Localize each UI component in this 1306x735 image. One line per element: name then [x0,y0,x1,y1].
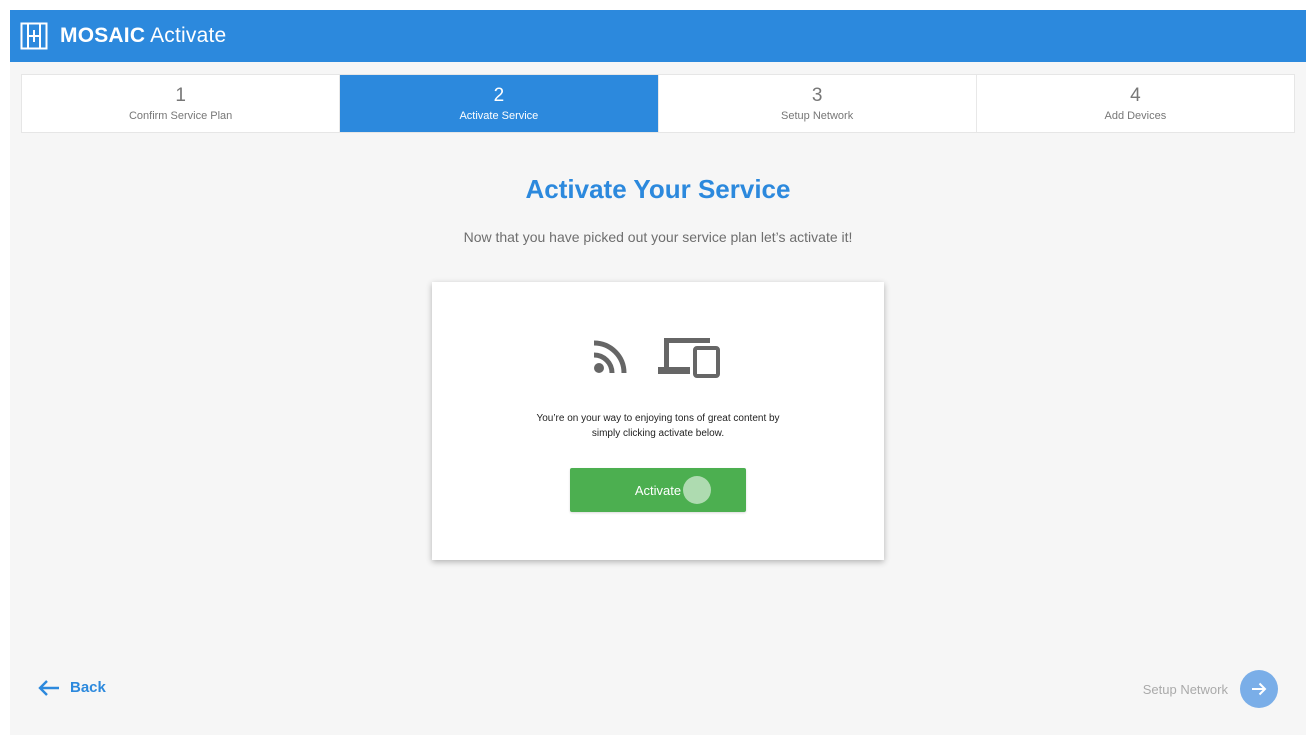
next-label: Setup Network [1142,681,1228,697]
activate-button[interactable]: Activate [570,468,746,512]
step-number: 3 [811,85,823,106]
app-title: MOSAIC Activate [60,24,226,48]
activate-button-label: Activate [634,482,682,498]
back-button[interactable]: Back [38,679,106,696]
click-ripple [683,476,711,504]
app-brand: MOSAIC [60,24,146,47]
step-number: 4 [1130,85,1141,106]
step-number: 2 [493,85,505,106]
step-activate-service[interactable]: 2 Activate Service [340,75,659,132]
app-frame: MOSAIC Activate 1 Confirm Service Plan 2… [10,10,1306,735]
card-description-line: You’re on your way to enjoying tons of g… [536,413,780,424]
devices-icon [658,338,720,378]
page-subtitle: Now that you have picked out your servic… [463,229,853,245]
back-label: Back [70,679,106,696]
step-label: Setup Network [781,110,854,122]
step-label: Activate Service [459,110,539,122]
card-icon-row [432,334,884,378]
step-number: 1 [175,85,186,106]
setup-network-next-button[interactable]: Setup Network [1143,670,1278,708]
grid-logo-icon [20,22,48,50]
arrow-left-icon [38,679,59,696]
step-add-devices[interactable]: 4 Add Devices [977,75,1294,132]
step-progress-bar: 1 Confirm Service Plan 2 Activate Servic… [22,75,1294,132]
app-header: MOSAIC Activate [10,10,1306,62]
activate-card: You’re on your way to enjoying tons of g… [432,282,884,560]
step-label: Add Devices [1104,110,1167,122]
page-title: Activate Your Service [525,174,791,204]
next-circle-button[interactable] [1240,670,1278,708]
step-label: Confirm Service Plan [128,110,233,122]
card-description: You’re on your way to enjoying tons of g… [492,411,824,441]
step-setup-network[interactable]: 3 Setup Network [659,75,977,132]
card-description-line: simply clicking activate below. [591,428,725,439]
step-confirm-service-plan[interactable]: 1 Confirm Service Plan [22,75,341,132]
arrow-right-icon [1252,682,1267,696]
app-product: Activate [150,24,227,47]
wifi-signal-icon [593,340,627,374]
